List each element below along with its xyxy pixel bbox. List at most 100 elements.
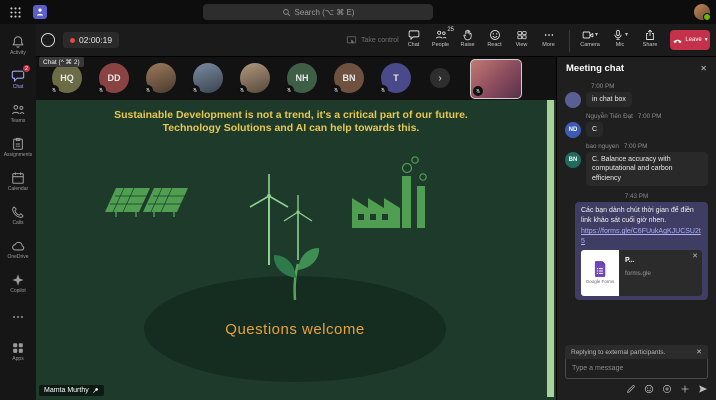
smiley-icon xyxy=(489,29,501,41)
meeting-toolbar: 02:00:19 Take control Chat 25 People Rai… xyxy=(0,24,716,57)
participant-avatar[interactable]: DD xyxy=(96,63,129,95)
profile-avatar[interactable] xyxy=(694,4,711,21)
cloud-icon xyxy=(11,239,25,253)
participant-avatar[interactable]: BN xyxy=(331,63,364,95)
teams-people-icon xyxy=(11,103,25,117)
leave-button[interactable]: Leave ▾ xyxy=(670,30,710,50)
view-button[interactable]: View xyxy=(508,27,535,48)
emoji-icon[interactable] xyxy=(644,384,654,394)
sidebar-item-activity[interactable]: Activity xyxy=(0,28,36,62)
search-placeholder: Search (⌥ ⌘ E) xyxy=(294,7,355,17)
search-input[interactable]: Search (⌥ ⌘ E) xyxy=(203,4,433,20)
slide-ellipse-text: Questions welcome xyxy=(225,320,365,338)
plus-icon[interactable] xyxy=(680,384,690,394)
camera-button[interactable]: ▾ Camera xyxy=(575,27,605,48)
message-bubble[interactable]: C xyxy=(586,122,604,138)
reply-banner: Replying to external participants. ✕ xyxy=(565,345,708,359)
chevron-down-icon[interactable]: ▾ xyxy=(625,32,628,38)
bell-icon xyxy=(11,35,25,49)
message-bubble[interactable]: Các bạn dành chút thời gian để điền link… xyxy=(575,202,708,301)
forms-link[interactable]: https://forms.gle/C6FUukAgKJUCSU2t5 xyxy=(581,227,702,246)
record-indicator-icon xyxy=(41,33,55,47)
google-forms-icon xyxy=(594,261,607,278)
participant-video-avatar[interactable] xyxy=(237,63,270,95)
meeting-chat-panel: Meeting chat ✕ 7:00 PM in chat box Nguyễ… xyxy=(556,56,716,400)
mic-off-icon xyxy=(331,85,341,95)
sidebar-item-copilot[interactable]: Copilot xyxy=(0,266,36,300)
active-speaker-tile[interactable] xyxy=(470,59,522,99)
mic-off-icon xyxy=(96,85,106,95)
send-icon[interactable] xyxy=(698,384,708,394)
chevron-down-icon[interactable]: ▾ xyxy=(595,32,598,38)
people-button[interactable]: 25 People xyxy=(427,27,454,48)
close-icon[interactable]: ✕ xyxy=(696,348,702,356)
message-bubble[interactable]: C. Balance accuracy with computational a… xyxy=(586,152,708,187)
next-participants-button[interactable]: › xyxy=(430,68,450,88)
search-icon xyxy=(282,8,291,17)
participant-row: HQ DD NH BN T › xyxy=(49,63,450,95)
factory-graphic xyxy=(352,156,427,228)
chat-message-list: 7:00 PM in chat box Nguyễn Tiến Đạt 7:00… xyxy=(557,78,716,340)
sidebar-item-calendar[interactable]: Calendar xyxy=(0,164,36,198)
close-icon[interactable]: ✕ xyxy=(692,252,698,261)
teams-logo-icon xyxy=(33,5,47,19)
more-dots-icon xyxy=(543,29,555,41)
sidebar-item-onedrive[interactable]: OneDrive xyxy=(0,232,36,266)
chat-panel-title: Meeting chat xyxy=(566,63,625,74)
meeting-timer: 02:00:19 xyxy=(63,32,120,48)
assignments-icon xyxy=(11,137,25,151)
chevron-down-icon[interactable]: ▾ xyxy=(705,37,708,43)
recording-dot-icon xyxy=(70,37,75,43)
titlebar: Search (⌥ ⌘ E) xyxy=(0,0,716,24)
raise-hand-icon xyxy=(462,29,474,41)
sidebar-item-calls[interactable]: Calls xyxy=(0,198,36,232)
app-launcher-icon[interactable] xyxy=(9,6,22,19)
phone-icon xyxy=(11,205,25,219)
shared-screen-stage: Sustainable Development is not a trend, … xyxy=(36,56,556,400)
message-input[interactable] xyxy=(565,359,708,379)
people-icon xyxy=(435,29,447,41)
sidebar-item-more[interactable] xyxy=(0,300,36,334)
message-time: 7:00 PM xyxy=(637,113,662,120)
message-bubble[interactable]: in chat box xyxy=(586,92,632,108)
chat-message: 7:00 PM in chat box xyxy=(565,83,708,108)
camera-icon xyxy=(582,29,594,41)
participant-avatar[interactable]: NH xyxy=(284,63,317,95)
mic-off-icon xyxy=(190,85,200,95)
react-button[interactable]: React xyxy=(481,27,508,48)
sidebar-item-teams[interactable]: Teams xyxy=(0,96,36,130)
reply-banner-text: Replying to external participants. xyxy=(571,348,666,356)
format-icon[interactable] xyxy=(626,384,636,394)
participant-avatar[interactable]: T xyxy=(378,63,411,95)
composer-actions xyxy=(565,384,708,394)
avatar: BN xyxy=(565,152,581,168)
sidebar-item-apps[interactable]: Apps xyxy=(0,334,36,368)
chat-toggle-button[interactable]: Chat xyxy=(400,27,427,48)
mic-button[interactable]: ▾ Mic xyxy=(605,27,635,48)
slide-accent-strip xyxy=(547,100,554,397)
sidebar-item-assignments[interactable]: Assignments xyxy=(0,130,36,164)
participant-video-avatar[interactable] xyxy=(190,63,223,95)
link-preview-provider: Google Forms xyxy=(585,279,615,285)
presenter-name: Mamta Murthy xyxy=(44,387,89,394)
mic-off-icon xyxy=(473,86,483,96)
more-button[interactable]: More xyxy=(535,27,562,48)
slide-heading-line1: Sustainable Development is not a trend, … xyxy=(114,109,468,121)
link-preview-title: P... xyxy=(625,257,635,265)
close-icon[interactable]: ✕ xyxy=(700,64,707,73)
slide-heading: Sustainable Development is not a trend, … xyxy=(36,109,546,135)
calendar-icon xyxy=(11,171,25,185)
presence-indicator xyxy=(703,13,711,21)
time-divider: 7:43 PM xyxy=(624,193,649,201)
chat-icon xyxy=(408,29,420,41)
link-preview-card[interactable]: Google Forms P... forms.gle ✕ xyxy=(581,250,702,297)
participant-video-avatar[interactable] xyxy=(143,63,176,95)
chat-message: Nguyễn Tiến Đạt 7:00 PM ND C xyxy=(565,113,708,138)
device-button-group: ▾ Camera ▾ Mic Share Leave ▾ xyxy=(564,27,712,52)
sidebar-item-chat[interactable]: 2 Chat xyxy=(0,62,36,96)
participant-avatar[interactable]: HQ xyxy=(49,63,82,95)
take-control-button[interactable]: Take control xyxy=(346,24,399,56)
raise-hand-button[interactable]: Raise xyxy=(454,27,481,48)
attach-icon[interactable] xyxy=(662,384,672,394)
share-button[interactable]: Share xyxy=(635,27,665,48)
